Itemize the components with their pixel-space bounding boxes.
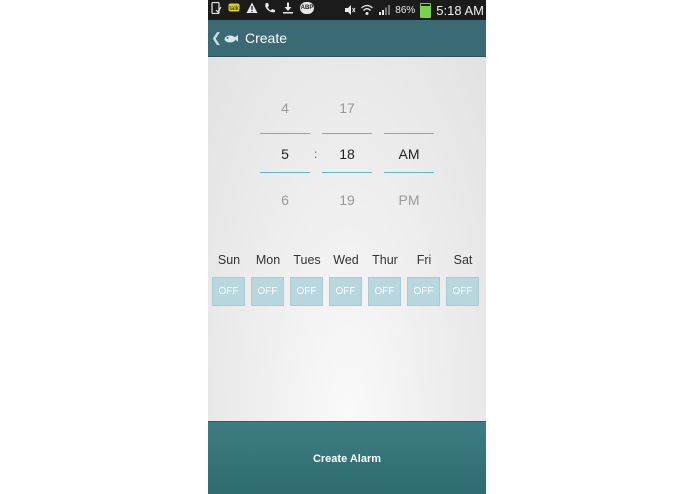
picker-divider	[384, 172, 434, 173]
battery-percent: 86%	[395, 4, 416, 16]
alarm-form: 4 5 6 : 17 18 19 AM PM Sun OFF Mon OFF T…	[208, 57, 486, 421]
ampm-current[interactable]: AM	[384, 146, 434, 162]
day-fri: Fri OFF	[406, 253, 442, 306]
action-bar: ❮ Create	[208, 20, 486, 57]
back-chevron-icon[interactable]: ❮	[211, 30, 222, 46]
ampm-next[interactable]: PM	[384, 192, 434, 208]
hour-current[interactable]: 5	[260, 146, 310, 162]
picker-divider	[322, 172, 372, 173]
day-label: Thur	[372, 253, 398, 267]
download-icon	[283, 2, 293, 14]
day-wed: Wed OFF	[328, 253, 364, 306]
status-bar: talk ABP 86% 5:18 AM	[208, 0, 486, 20]
day-toggle-tues[interactable]: OFF	[290, 277, 323, 306]
day-mon: Mon OFF	[250, 253, 286, 306]
call-icon	[265, 3, 275, 13]
status-clock: 5:18 AM	[436, 2, 484, 18]
day-toggle-fri[interactable]: OFF	[407, 277, 440, 306]
phone-icon	[211, 2, 222, 14]
day-sat: Sat OFF	[445, 253, 481, 306]
day-toggle-sat[interactable]: OFF	[446, 277, 479, 306]
signal-icon	[379, 5, 391, 15]
day-label: Fri	[416, 253, 432, 267]
warning-icon	[246, 2, 258, 13]
minute-current[interactable]: 18	[322, 146, 372, 162]
picker-divider	[260, 172, 310, 173]
hour-next[interactable]: 6	[260, 192, 310, 208]
minute-next[interactable]: 19	[322, 192, 372, 208]
chat-icon: talk	[228, 3, 240, 12]
day-toggle-thur[interactable]: OFF	[368, 277, 401, 306]
svg-text:talk: talk	[229, 6, 239, 12]
create-alarm-button[interactable]: Create Alarm	[208, 421, 486, 494]
day-label: Wed	[333, 253, 359, 267]
hour-prev[interactable]: 4	[260, 100, 310, 116]
picker-divider	[384, 133, 434, 134]
day-label: Sat	[453, 253, 473, 267]
day-tues: Tues OFF	[289, 253, 325, 306]
day-toggle-sun[interactable]: OFF	[212, 277, 245, 306]
wifi-icon	[361, 4, 374, 15]
page-title: Create	[245, 30, 288, 46]
abp-icon: ABP	[300, 2, 314, 14]
day-label: Tues	[293, 253, 321, 267]
day-toggle-mon[interactable]: OFF	[251, 277, 284, 306]
day-label: Sun	[217, 253, 241, 267]
time-separator: :	[314, 147, 318, 161]
picker-divider	[322, 133, 372, 134]
system-icons: 86% 5:18 AM	[344, 0, 484, 20]
day-label: Mon	[255, 253, 281, 267]
battery-icon	[420, 2, 432, 18]
mute-icon	[345, 5, 356, 15]
picker-divider	[260, 133, 310, 134]
notification-icons: talk ABP	[210, 2, 314, 14]
day-thur: Thur OFF	[367, 253, 403, 306]
minute-prev[interactable]: 17	[322, 100, 372, 116]
phone-screen: talk ABP 86% 5:18 AM ❮ Create 4 5 6: 17…	[208, 0, 486, 494]
day-sun: Sun OFF	[211, 253, 247, 306]
app-logo-icon[interactable]	[223, 32, 239, 44]
day-toggle-wed[interactable]: OFF	[329, 277, 362, 306]
